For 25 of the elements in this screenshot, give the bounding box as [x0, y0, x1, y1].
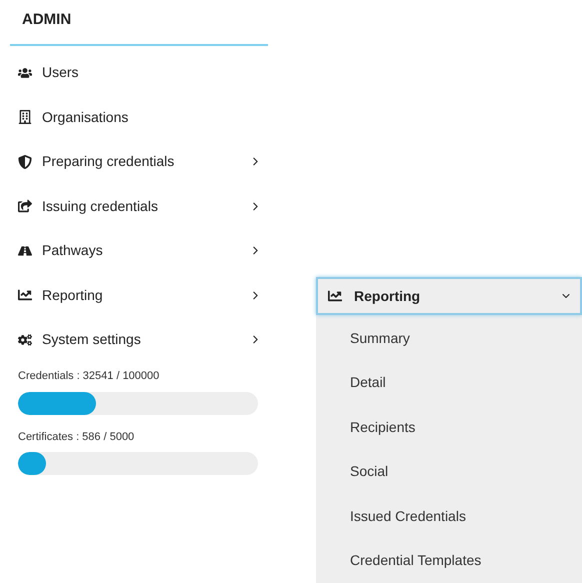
- road-icon: [18, 244, 32, 258]
- admin-heading: ADMIN: [21, 10, 72, 30]
- nav-item[interactable]: Preparing credentials: [10, 140, 268, 184]
- chart-icon: [18, 288, 32, 302]
- nav-item[interactable]: Reporting: [10, 273, 268, 318]
- submenu-item[interactable]: Credential Templates: [316, 538, 582, 583]
- gears-icon: [18, 332, 32, 347]
- shield-icon: [18, 154, 32, 169]
- share-icon: [18, 199, 32, 214]
- submenu-item[interactable]: Issued Credentials: [316, 494, 582, 538]
- usage-label: Certificates : 586 / 5000: [18, 430, 136, 444]
- users-icon: [18, 66, 32, 80]
- submenu-item[interactable]: Social: [316, 450, 582, 494]
- usage-label: Credentials : 32541 / 100000: [18, 369, 160, 384]
- reporting-menu-header[interactable]: Reporting: [316, 277, 582, 315]
- building-icon: [18, 110, 32, 124]
- submenu-item[interactable]: Detail: [316, 360, 582, 405]
- nav-item[interactable]: Issuing credentials: [10, 184, 268, 228]
- submenu-item[interactable]: Recipients: [316, 405, 582, 450]
- nav-item[interactable]: Pathways: [10, 228, 268, 273]
- nav-item[interactable]: Users: [10, 50, 268, 95]
- nav-item[interactable]: System settings: [10, 318, 268, 362]
- chart-icon: [328, 289, 342, 303]
- submenu-item[interactable]: Summary: [316, 316, 582, 360]
- nav-item[interactable]: Organisations: [10, 95, 268, 140]
